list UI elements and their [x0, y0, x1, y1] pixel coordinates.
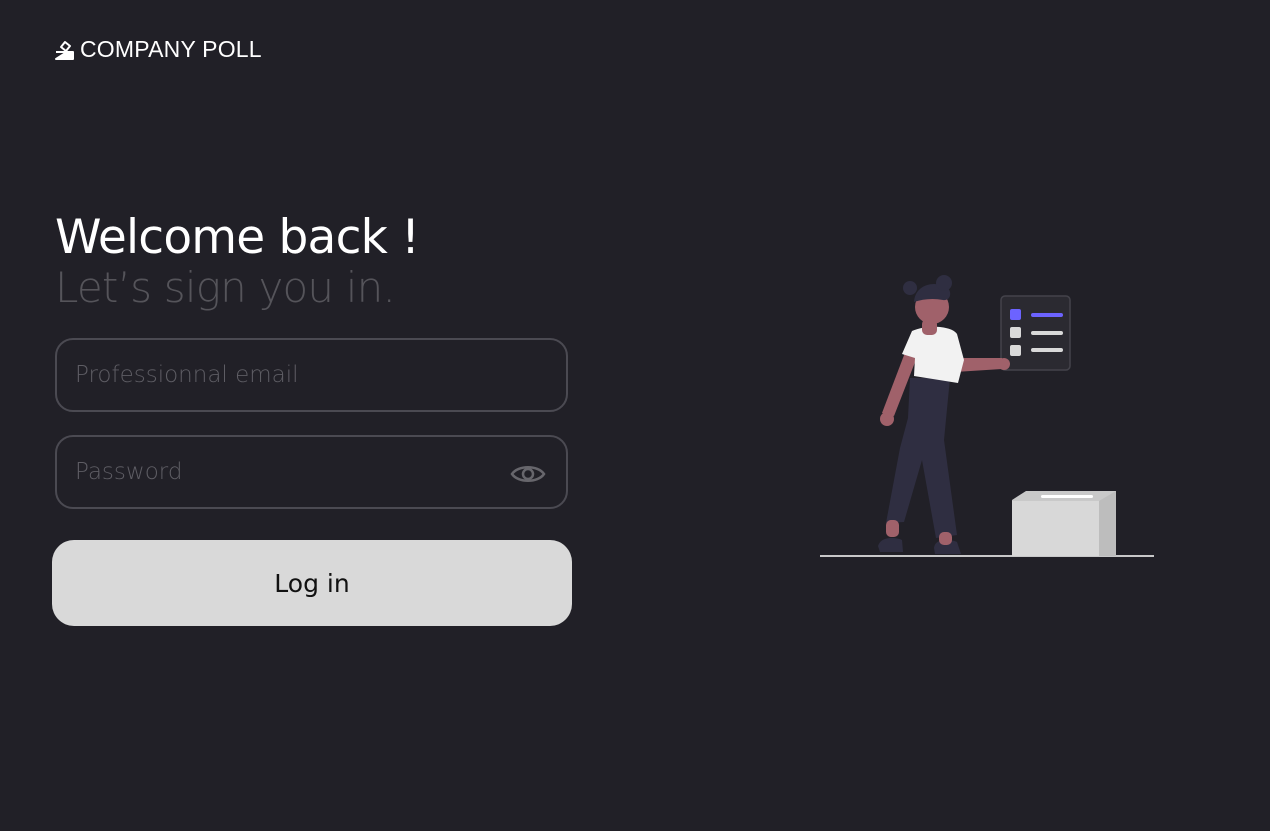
eye-icon[interactable]	[510, 460, 546, 488]
email-field[interactable]	[75, 340, 495, 410]
brand-logo[interactable]: COMPANY POLL	[55, 36, 262, 63]
password-field-container	[55, 435, 568, 509]
voting-illustration	[818, 270, 1158, 560]
ballot-box-icon	[55, 39, 74, 61]
login-button[interactable]: Log in	[52, 540, 572, 626]
woman-voting-illustration	[820, 275, 1154, 557]
page-subtitle: Let’s sign you in.	[55, 263, 396, 312]
brand-name: COMPANY POLL	[80, 36, 262, 62]
login-page: COMPANY POLL Welcome back ! Let’s sign y…	[0, 0, 1270, 831]
password-field[interactable]	[75, 437, 495, 507]
email-field-container	[55, 338, 568, 412]
